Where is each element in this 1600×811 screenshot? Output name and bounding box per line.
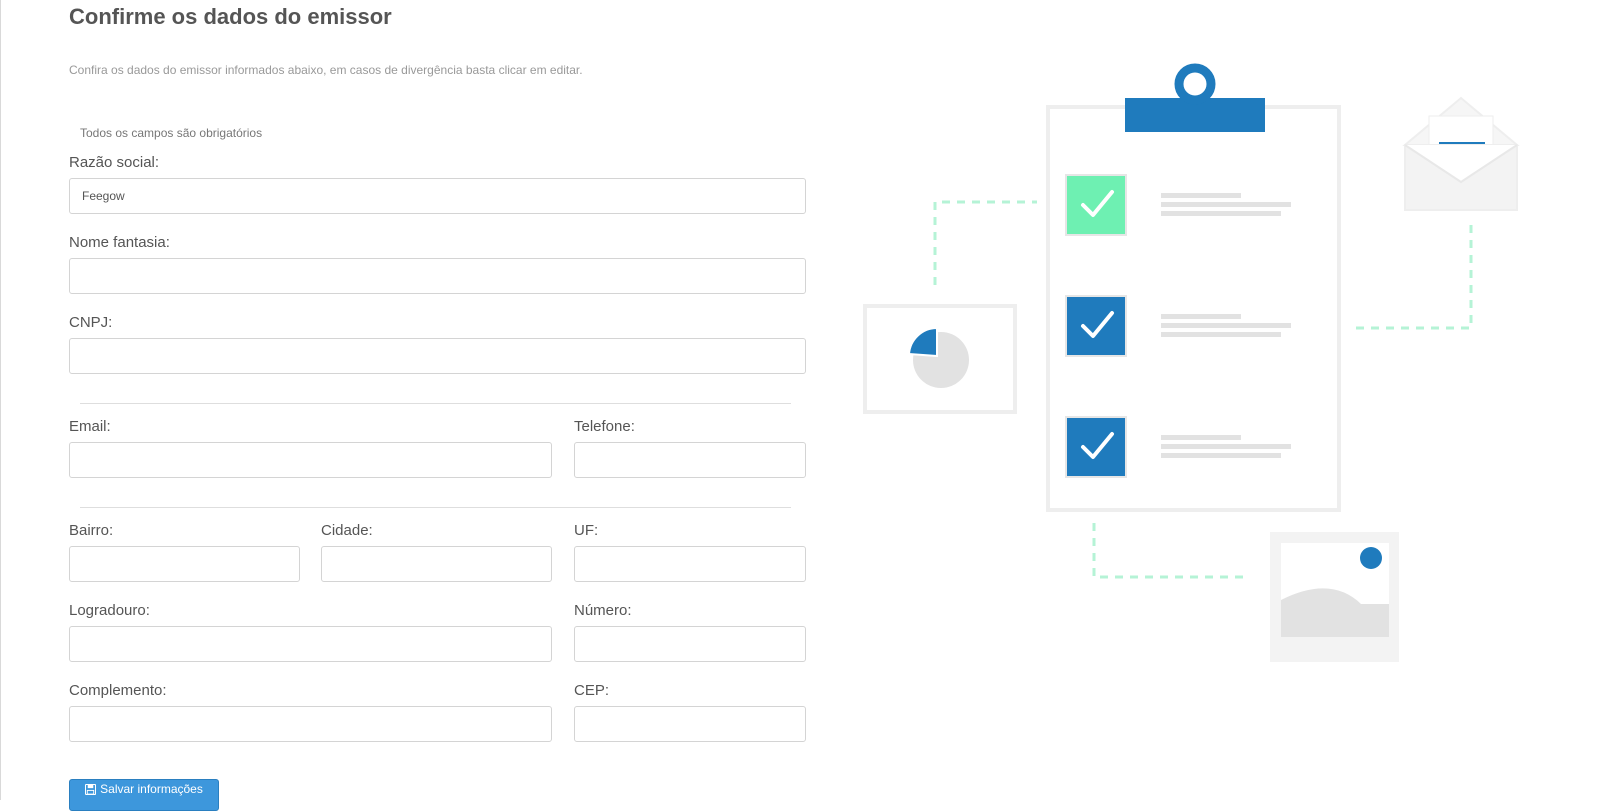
checkbox-checked-green-icon (1065, 174, 1127, 236)
pie-chart-card (863, 304, 1017, 414)
checkbox-checked-blue-icon (1065, 416, 1127, 478)
checkbox-checked-blue-icon (1065, 295, 1127, 357)
image-placeholder-icon (1270, 532, 1399, 662)
checklist-illustration (863, 63, 1520, 662)
envelope-icon (1402, 96, 1520, 211)
